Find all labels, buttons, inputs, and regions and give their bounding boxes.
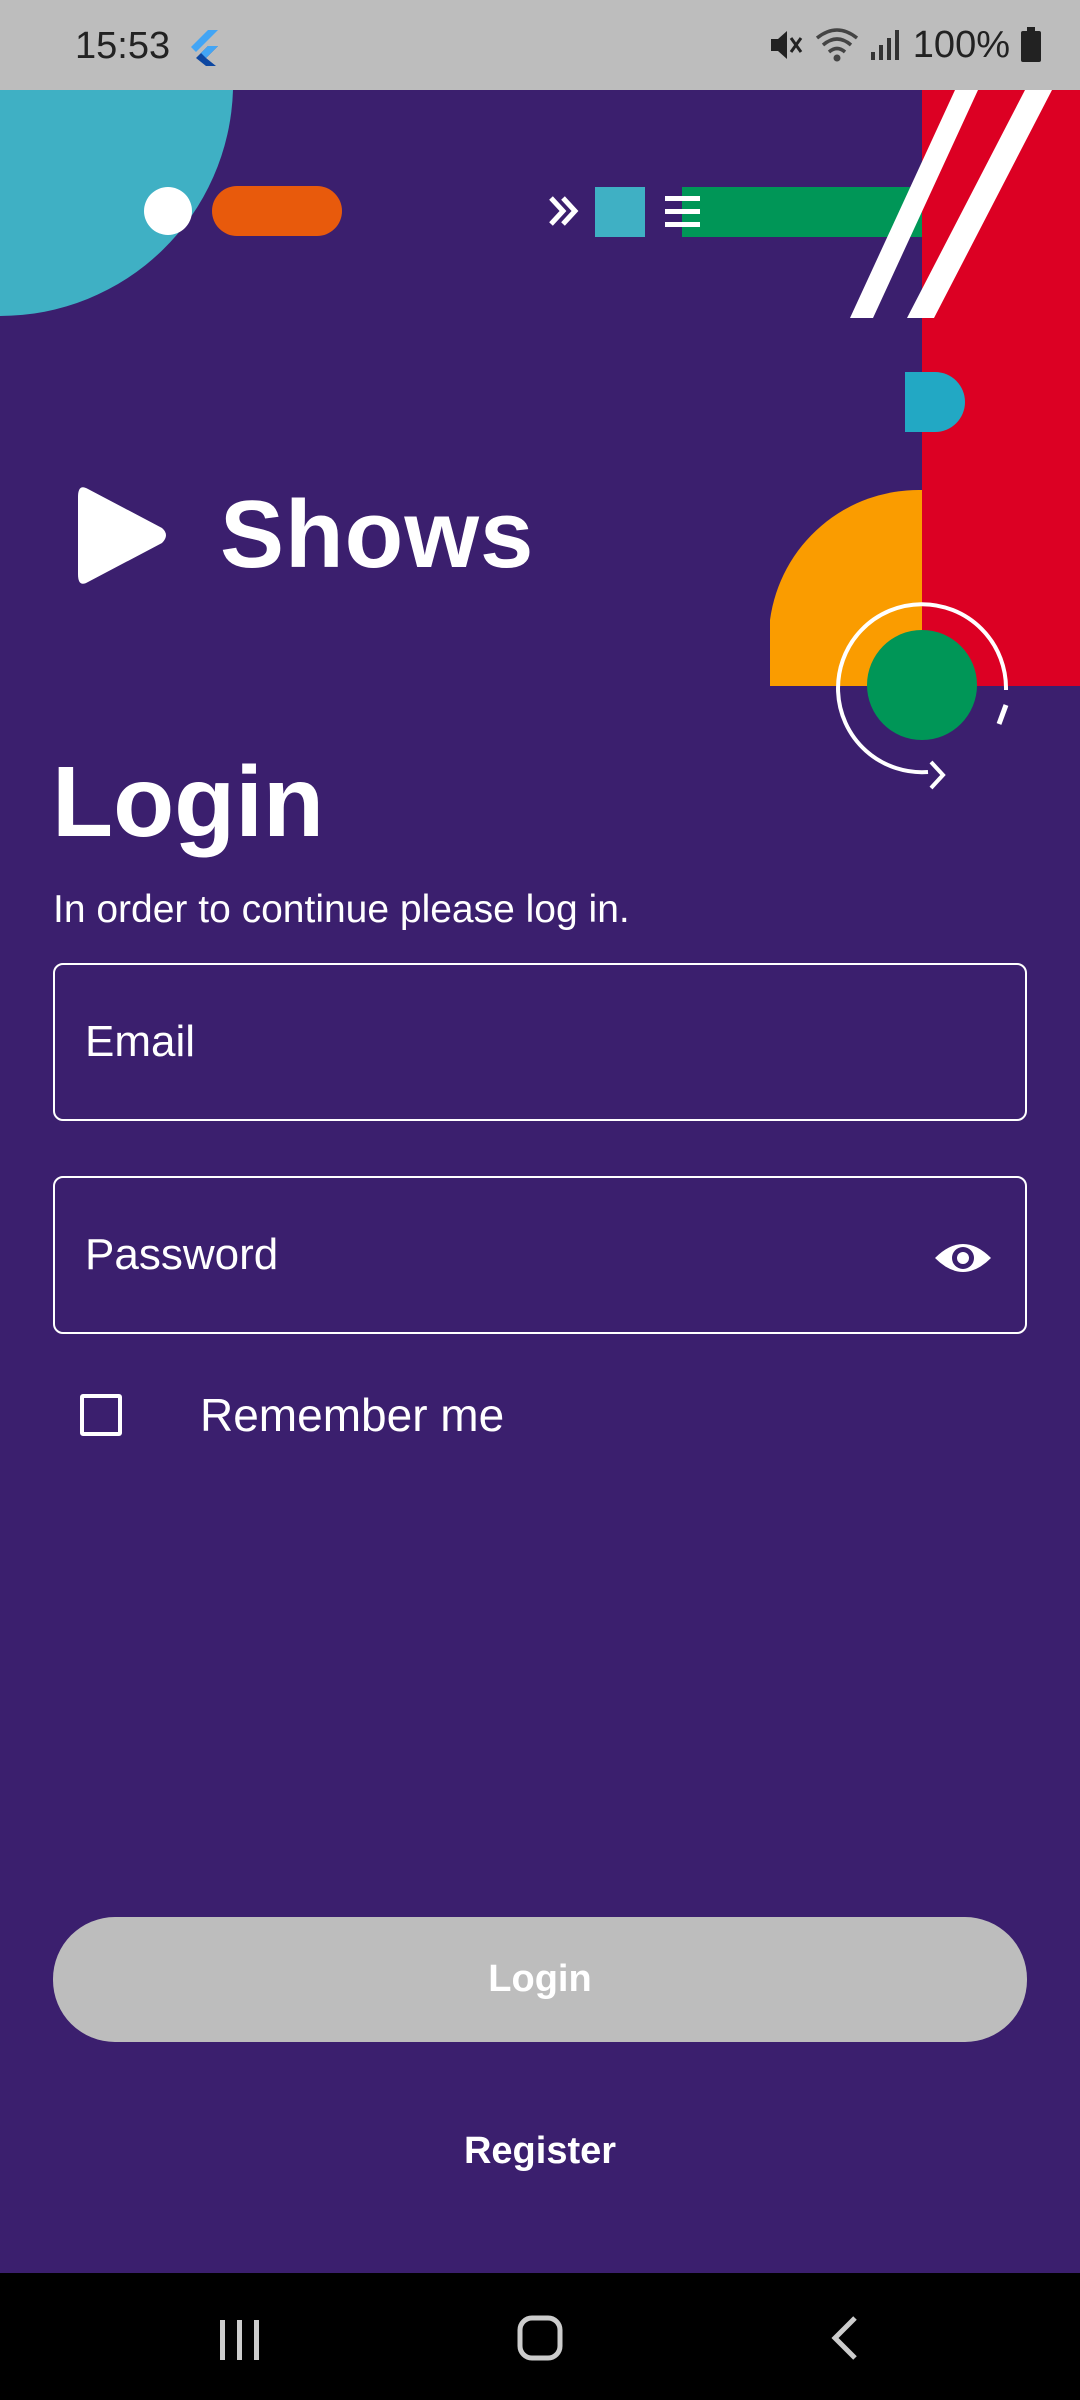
battery-icon xyxy=(1021,27,1041,62)
status-bar: 15:53 100% xyxy=(0,0,1080,90)
email-field[interactable] xyxy=(53,963,1027,1121)
remember-me-checkbox[interactable] xyxy=(80,1394,122,1436)
app-logo: Shows xyxy=(78,480,534,590)
email-input[interactable] xyxy=(85,965,935,1119)
password-field[interactable] xyxy=(53,1176,1027,1334)
remember-me[interactable]: Remember me xyxy=(80,1385,504,1445)
wifi-icon xyxy=(815,28,858,62)
mute-icon xyxy=(770,31,803,59)
signal-icon xyxy=(870,30,899,60)
login-button[interactable]: Login xyxy=(53,1917,1027,2042)
register-link[interactable]: Register xyxy=(0,2130,1080,2173)
battery-percentage: 100% xyxy=(912,23,1010,66)
flutter-icon xyxy=(191,30,218,66)
status-time: 15:53 xyxy=(75,25,171,67)
login-heading: Login xyxy=(52,746,325,858)
recents-icon[interactable] xyxy=(200,2298,280,2378)
remember-me-label: Remember me xyxy=(200,1389,505,1441)
login-subtitle: In order to continue please log in. xyxy=(53,888,630,931)
eye-icon[interactable] xyxy=(933,1228,993,1288)
play-icon xyxy=(78,486,166,584)
status-icons: 100% xyxy=(767,20,1042,70)
app-name: Shows xyxy=(220,481,535,588)
back-icon[interactable] xyxy=(805,2298,885,2378)
navigation-bar xyxy=(0,2273,1080,2400)
home-icon[interactable] xyxy=(500,2298,580,2378)
header-decoration xyxy=(0,90,1080,790)
password-input[interactable] xyxy=(85,1178,935,1332)
